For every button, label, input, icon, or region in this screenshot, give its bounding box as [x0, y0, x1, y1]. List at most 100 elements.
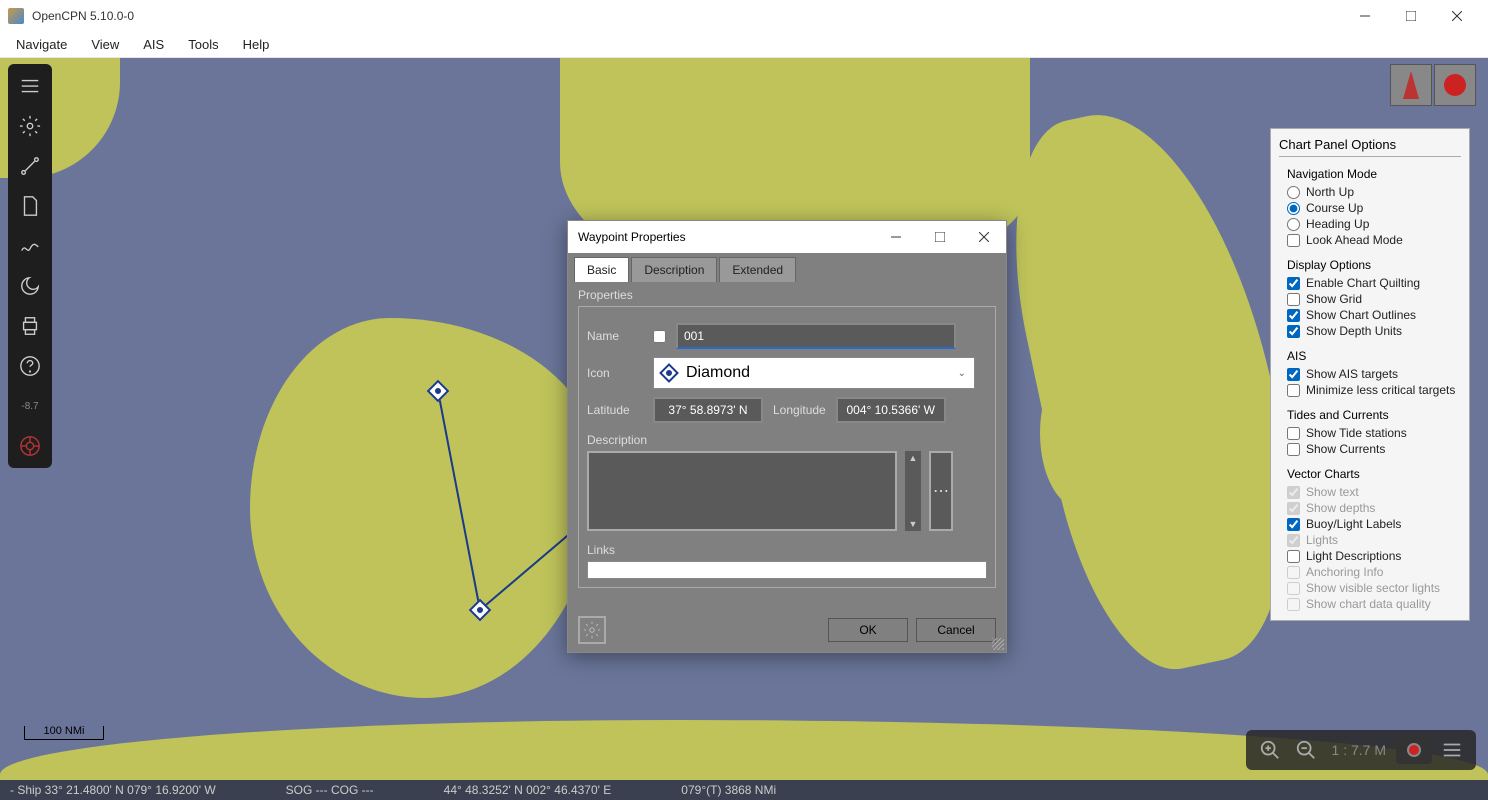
- resize-grip[interactable]: [992, 638, 1004, 650]
- icon-label: Icon: [587, 366, 643, 380]
- check-show-text: Show text: [1279, 484, 1461, 500]
- menu-help[interactable]: Help: [233, 34, 280, 55]
- name-label: Name: [587, 329, 643, 343]
- zoom-out-icon[interactable]: [1290, 734, 1322, 766]
- tab-basic[interactable]: Basic: [574, 257, 629, 282]
- cancel-button[interactable]: Cancel: [916, 618, 996, 642]
- icon-dropdown[interactable]: Diamond ⌄: [653, 357, 975, 389]
- latitude-input[interactable]: [653, 397, 763, 423]
- panel-title: Chart Panel Options: [1279, 137, 1461, 152]
- left-toolbar: -8.7: [8, 64, 52, 468]
- menubar: Navigate View AIS Tools Help: [0, 32, 1488, 58]
- longitude-input[interactable]: [836, 397, 946, 423]
- status-cursor: 44° 48.3252' N 002° 46.4370' E: [444, 783, 612, 797]
- hamburger-icon[interactable]: [14, 70, 46, 102]
- radio-heading-up[interactable]: Heading Up: [1279, 216, 1461, 232]
- document-icon[interactable]: [14, 190, 46, 222]
- window-title: OpenCPN 5.10.0-0: [32, 9, 134, 23]
- gear-icon[interactable]: [14, 110, 46, 142]
- status-bar: - Ship 33° 21.4800' N 079° 16.9200' W SO…: [0, 780, 1488, 800]
- description-label: Description: [587, 433, 987, 447]
- tab-description[interactable]: Description: [631, 257, 717, 282]
- topright-toolbar: [1390, 64, 1476, 106]
- check-quilting[interactable]: Enable Chart Quilting: [1279, 275, 1461, 291]
- check-lights: Lights: [1279, 532, 1461, 548]
- dialog-maximize-icon[interactable]: [928, 225, 952, 249]
- check-grid[interactable]: Show Grid: [1279, 291, 1461, 307]
- chevron-down-icon: ⌄: [958, 368, 966, 379]
- icon-value: Diamond: [686, 364, 750, 382]
- diamond-icon: [659, 363, 679, 383]
- check-show-ais[interactable]: Show AIS targets: [1279, 366, 1461, 382]
- gps-status-icon[interactable]: [1434, 64, 1476, 106]
- compass-icon[interactable]: [1390, 64, 1432, 106]
- route-icon[interactable]: [14, 150, 46, 182]
- close-button[interactable]: [1434, 1, 1480, 31]
- ok-button[interactable]: OK: [828, 618, 908, 642]
- zoom-in-icon[interactable]: [1254, 734, 1286, 766]
- print-icon[interactable]: [14, 310, 46, 342]
- check-chart-quality: Show chart data quality: [1279, 596, 1461, 612]
- heading-badge[interactable]: -8.7: [14, 390, 46, 422]
- moon-icon[interactable]: [14, 270, 46, 302]
- menu-navigate[interactable]: Navigate: [6, 34, 77, 55]
- section-ais: AIS: [1287, 349, 1461, 363]
- dialog-close-icon[interactable]: [972, 225, 996, 249]
- name-input[interactable]: [676, 323, 956, 349]
- maximize-button[interactable]: [1388, 1, 1434, 31]
- description-textarea[interactable]: [587, 451, 897, 531]
- links-list[interactable]: [587, 561, 987, 579]
- zoom-controls: 1 : 7.7 M: [1246, 730, 1476, 770]
- status-heading: 079°(T) 3868 NMi: [681, 783, 776, 797]
- status-ship: - Ship 33° 21.4800' N 079° 16.9200' W: [10, 783, 216, 797]
- check-show-depths: Show depths: [1279, 500, 1461, 516]
- menu-ais[interactable]: AIS: [133, 34, 174, 55]
- links-label: Links: [587, 543, 987, 557]
- landmass: [1040, 358, 1120, 508]
- radio-course-up[interactable]: Course Up: [1279, 200, 1461, 216]
- radio-north-up[interactable]: North Up: [1279, 184, 1461, 200]
- app-icon: [8, 8, 24, 24]
- scale-bar: 100 NMi: [24, 726, 104, 740]
- check-buoy-labels[interactable]: Buoy/Light Labels: [1279, 516, 1461, 532]
- longitude-label: Longitude: [773, 403, 826, 417]
- browse-button[interactable]: ⋯: [929, 451, 953, 531]
- chart-scale: 1 : 7.7 M: [1326, 742, 1392, 758]
- dialog-titlebar[interactable]: Waypoint Properties: [568, 221, 1006, 253]
- landmass: [250, 318, 600, 698]
- check-light-desc[interactable]: Light Descriptions: [1279, 548, 1461, 564]
- menu-tools[interactable]: Tools: [178, 34, 228, 55]
- waypoint-properties-dialog: Waypoint Properties Basic Description Ex…: [567, 220, 1007, 653]
- help-icon[interactable]: [14, 350, 46, 382]
- check-sector-lights: Show visible sector lights: [1279, 580, 1461, 596]
- section-display: Display Options: [1287, 258, 1461, 272]
- hamburger-icon[interactable]: [1436, 734, 1468, 766]
- chart-panel-options: Chart Panel Options Navigation Mode Nort…: [1270, 128, 1470, 621]
- lifebuoy-icon[interactable]: [14, 430, 46, 462]
- dialog-title: Waypoint Properties: [578, 230, 686, 244]
- check-minimize-ais[interactable]: Minimize less critical targets: [1279, 382, 1461, 398]
- follow-ship-icon[interactable]: [1396, 736, 1432, 764]
- name-visible-checkbox[interactable]: [653, 330, 666, 343]
- section-nav-mode: Navigation Mode: [1287, 167, 1461, 181]
- dialog-gear-icon[interactable]: [578, 616, 606, 644]
- track-icon[interactable]: [14, 230, 46, 262]
- menu-view[interactable]: View: [81, 34, 129, 55]
- check-look-ahead[interactable]: Look Ahead Mode: [1279, 232, 1461, 248]
- section-vector: Vector Charts: [1287, 467, 1461, 481]
- dialog-minimize-icon[interactable]: [884, 225, 908, 249]
- check-depth-units[interactable]: Show Depth Units: [1279, 323, 1461, 339]
- status-sog: SOG --- COG ---: [286, 783, 374, 797]
- minimize-button[interactable]: [1342, 1, 1388, 31]
- tab-extended[interactable]: Extended: [719, 257, 796, 282]
- fieldset-properties-label: Properties: [578, 288, 996, 302]
- check-currents[interactable]: Show Currents: [1279, 441, 1461, 457]
- dialog-footer: OK Cancel: [568, 608, 1006, 652]
- window-titlebar: OpenCPN 5.10.0-0: [0, 0, 1488, 32]
- fieldset-properties: Name Icon Diamond ⌄ Latitude Longitude D…: [578, 306, 996, 588]
- scrollbar[interactable]: ▲▼: [905, 451, 921, 531]
- check-outlines[interactable]: Show Chart Outlines: [1279, 307, 1461, 323]
- latitude-label: Latitude: [587, 403, 643, 417]
- check-tide-stations[interactable]: Show Tide stations: [1279, 425, 1461, 441]
- section-tides: Tides and Currents: [1287, 408, 1461, 422]
